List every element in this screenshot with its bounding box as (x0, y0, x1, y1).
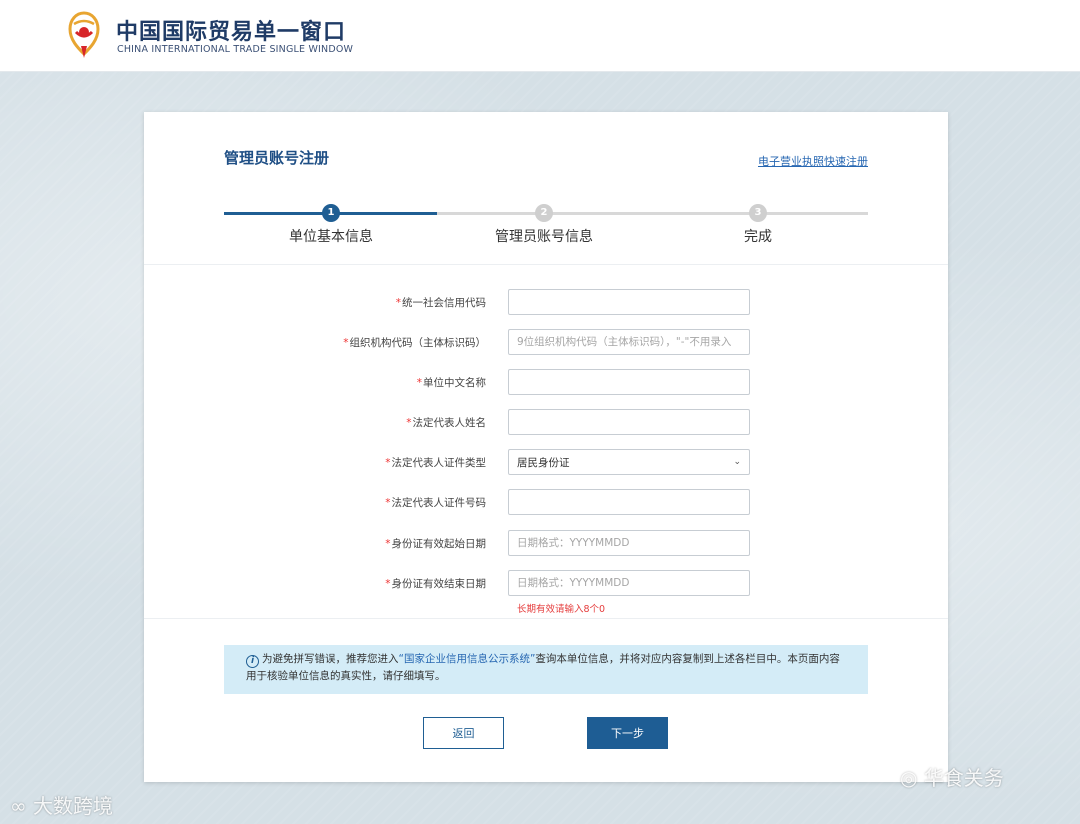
step-line-2 (437, 212, 868, 215)
required-mark: * (385, 578, 391, 590)
info-notice: i 为避免拼写错误，推荐您进入“国家企业信用信息公示系统”查询本单位信息，并将对应… (224, 645, 868, 694)
id-number-input[interactable] (508, 489, 750, 515)
id-start-label: 身份证有效起始日期 (391, 538, 487, 550)
watermark-logo-icon: ∞ (10, 794, 27, 818)
required-mark: * (343, 337, 349, 349)
id-type-selected-value: 居民身份证 (517, 456, 570, 469)
divider-bottom (144, 618, 948, 619)
id-start-date-input[interactable] (508, 530, 750, 556)
divider-top (144, 264, 948, 265)
required-mark: * (385, 457, 391, 469)
step-1-label: 单位基本信息 (289, 229, 373, 245)
long-term-hint: 长期有效请输入8个0 (517, 604, 606, 615)
quick-register-link[interactable]: 电子营业执照快速注册 (758, 153, 868, 169)
company-name-input[interactable] (508, 369, 750, 395)
notice-text-before: 为避免拼写错误，推荐您进入 (262, 653, 399, 665)
org-code-label: 组织机构代码（主体标识码） (349, 337, 487, 349)
required-mark: * (385, 497, 391, 509)
field-label: *身份证有效起始日期 (385, 536, 486, 551)
credit-system-link[interactable]: “国家企业信用信息公示系统” (399, 653, 536, 665)
watermark-right-text: 华食关务 (923, 766, 1004, 790)
field-label: *身份证有效结束日期 (385, 576, 486, 591)
field-label: *法定代表人证件号码 (385, 495, 486, 510)
credit-code-input[interactable] (508, 289, 750, 315)
step-2-label: 管理员账号信息 (495, 229, 593, 245)
required-mark: * (406, 417, 412, 429)
page-title: 管理员账号注册 (224, 149, 330, 167)
step-2-dot: 2 (535, 204, 553, 222)
required-mark: * (416, 377, 422, 389)
field-label: *法定代表人姓名 (406, 415, 486, 430)
id-end-date-input[interactable] (508, 570, 750, 596)
wechat-icon: ◎ (900, 766, 918, 790)
step-3-label: 完成 (744, 229, 772, 245)
info-icon: i (246, 655, 259, 668)
org-code-input[interactable] (508, 329, 750, 355)
site-subtitle: CHINA INTERNATIONAL TRADE SINGLE WINDOW (117, 44, 354, 55)
chevron-down-icon: ⌄ (733, 457, 741, 467)
header-bar: 中国国际贸易单一窗口 CHINA INTERNATIONAL TRADE SIN… (0, 0, 1080, 72)
watermark-left-text: 大数跨境 (33, 794, 114, 818)
field-label: *法定代表人证件类型 (385, 455, 486, 470)
rep-name-input[interactable] (508, 409, 750, 435)
field-label: *组织机构代码（主体标识码） (343, 335, 486, 350)
id-type-select[interactable]: 居民身份证 ⌄ (508, 449, 750, 475)
form-row-id-end: *身份证有效结束日期 (144, 570, 948, 596)
id-type-label: 法定代表人证件类型 (391, 457, 487, 469)
site-title: 中国国际贸易单一窗口 (116, 20, 347, 45)
next-step-button[interactable]: 下一步 (587, 717, 668, 749)
credit-code-label: 统一社会信用代码 (402, 297, 486, 309)
single-window-logo-icon (68, 11, 100, 58)
required-mark: * (395, 297, 401, 309)
form-row-company-name: *单位中文名称 (144, 369, 948, 395)
form-row-credit-code: *统一社会信用代码 (144, 289, 948, 315)
form-row-org-code: *组织机构代码（主体标识码） (144, 329, 948, 355)
form-row-rep-name: *法定代表人姓名 (144, 409, 948, 435)
form-row-id-type: *法定代表人证件类型 居民身份证 ⌄ (144, 449, 948, 475)
watermark-right: ◎ 华食关务 (900, 762, 1004, 791)
id-end-label: 身份证有效结束日期 (391, 578, 487, 590)
field-label: *单位中文名称 (417, 375, 486, 390)
company-name-label: 单位中文名称 (423, 377, 486, 389)
required-mark: * (385, 538, 391, 550)
rep-name-label: 法定代表人姓名 (412, 417, 487, 429)
back-button[interactable]: 返回 (423, 717, 504, 749)
progress-steps: 1 2 3 单位基本信息 管理员账号信息 完成 (224, 204, 868, 254)
field-label: *统一社会信用代码 (396, 295, 486, 310)
id-number-label: 法定代表人证件号码 (391, 497, 487, 509)
step-3-dot: 3 (749, 204, 767, 222)
form-row-id-number: *法定代表人证件号码 (144, 489, 948, 515)
registration-card: 管理员账号注册 电子营业执照快速注册 1 2 3 单位基本信息 管理员账号信息 … (144, 112, 948, 782)
form-row-id-start: *身份证有效起始日期 (144, 530, 948, 556)
watermark-left: ∞ 大数跨境 (10, 790, 113, 819)
step-1-dot: 1 (322, 204, 340, 222)
